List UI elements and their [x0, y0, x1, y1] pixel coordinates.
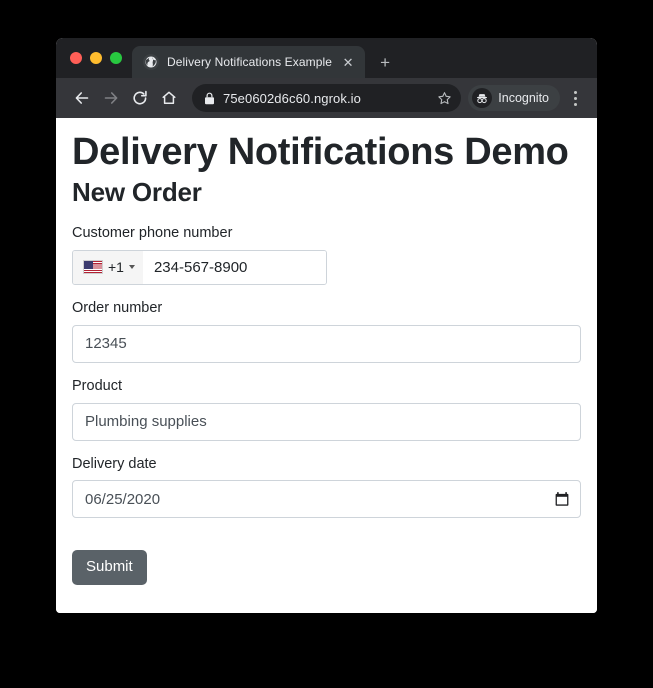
- delivery-date-wrapper: 06/25/2020: [72, 480, 581, 519]
- chevron-down-icon: [128, 265, 135, 270]
- field-group-delivery-date: Delivery date 06/25/2020: [72, 455, 581, 519]
- url-text[interactable]: 75e0602d6c60.ngrok.io: [223, 91, 425, 106]
- forward-arrow-icon[interactable]: [97, 84, 125, 112]
- reload-icon[interactable]: [126, 84, 154, 112]
- tab-title: Delivery Notifications Example: [167, 55, 333, 69]
- delivery-date-label: Delivery date: [72, 455, 157, 472]
- dial-code-label: +1: [108, 259, 124, 276]
- incognito-indicator[interactable]: Incognito: [468, 85, 560, 111]
- maximize-window-button[interactable]: [110, 52, 122, 64]
- incognito-icon: [472, 88, 493, 108]
- three-dot-menu-icon[interactable]: [563, 84, 587, 112]
- browser-window: Delivery Notifications Example ✕ + 75e06…: [56, 38, 597, 613]
- page-subtitle: New Order: [72, 176, 202, 207]
- delivery-date-input[interactable]: 06/25/2020: [72, 480, 581, 519]
- field-group-order-number: Order number 12345: [72, 299, 581, 363]
- country-code-selector[interactable]: +1: [73, 250, 143, 284]
- incognito-label: Incognito: [498, 91, 549, 105]
- product-input[interactable]: Plumbing supplies: [72, 402, 581, 441]
- close-window-button[interactable]: [70, 52, 82, 64]
- product-label: Product: [72, 377, 122, 394]
- browser-tab[interactable]: Delivery Notifications Example ✕: [132, 46, 366, 78]
- field-group-phone: Customer phone number +1 234-567-8900: [72, 224, 581, 285]
- star-icon[interactable]: [433, 87, 455, 109]
- menu-dot: [573, 90, 577, 94]
- browser-toolbar: 75e0602d6c60.ngrok.io Incognito: [56, 78, 597, 118]
- phone-input-wrapper[interactable]: +1 234-567-8900: [72, 249, 327, 285]
- order-number-label: Order number: [72, 299, 163, 316]
- submit-button[interactable]: Submit: [72, 550, 147, 585]
- menu-dot: [573, 96, 577, 100]
- phone-input[interactable]: 234-567-8900: [142, 250, 326, 284]
- home-icon[interactable]: [155, 84, 183, 112]
- calendar-icon[interactable]: [555, 492, 569, 507]
- us-flag-icon: [83, 260, 103, 275]
- new-tab-button[interactable]: +: [371, 48, 399, 76]
- window-controls: [56, 38, 132, 78]
- page-content: Delivery Notifications Demo New Order Cu…: [56, 118, 597, 613]
- minimize-window-button[interactable]: [90, 52, 102, 64]
- page-title: Delivery Notifications Demo: [72, 131, 569, 173]
- lock-icon: [204, 92, 215, 105]
- menu-dot: [573, 102, 577, 106]
- tab-strip: Delivery Notifications Example ✕ +: [56, 38, 597, 78]
- globe-icon: [143, 54, 159, 70]
- address-bar[interactable]: 75e0602d6c60.ngrok.io: [192, 84, 462, 112]
- phone-label: Customer phone number: [72, 225, 233, 242]
- back-arrow-icon[interactable]: [68, 84, 96, 112]
- order-number-input[interactable]: 12345: [72, 324, 581, 363]
- close-tab-button[interactable]: ✕: [340, 54, 356, 70]
- field-group-product: Product Plumbing supplies: [72, 377, 581, 441]
